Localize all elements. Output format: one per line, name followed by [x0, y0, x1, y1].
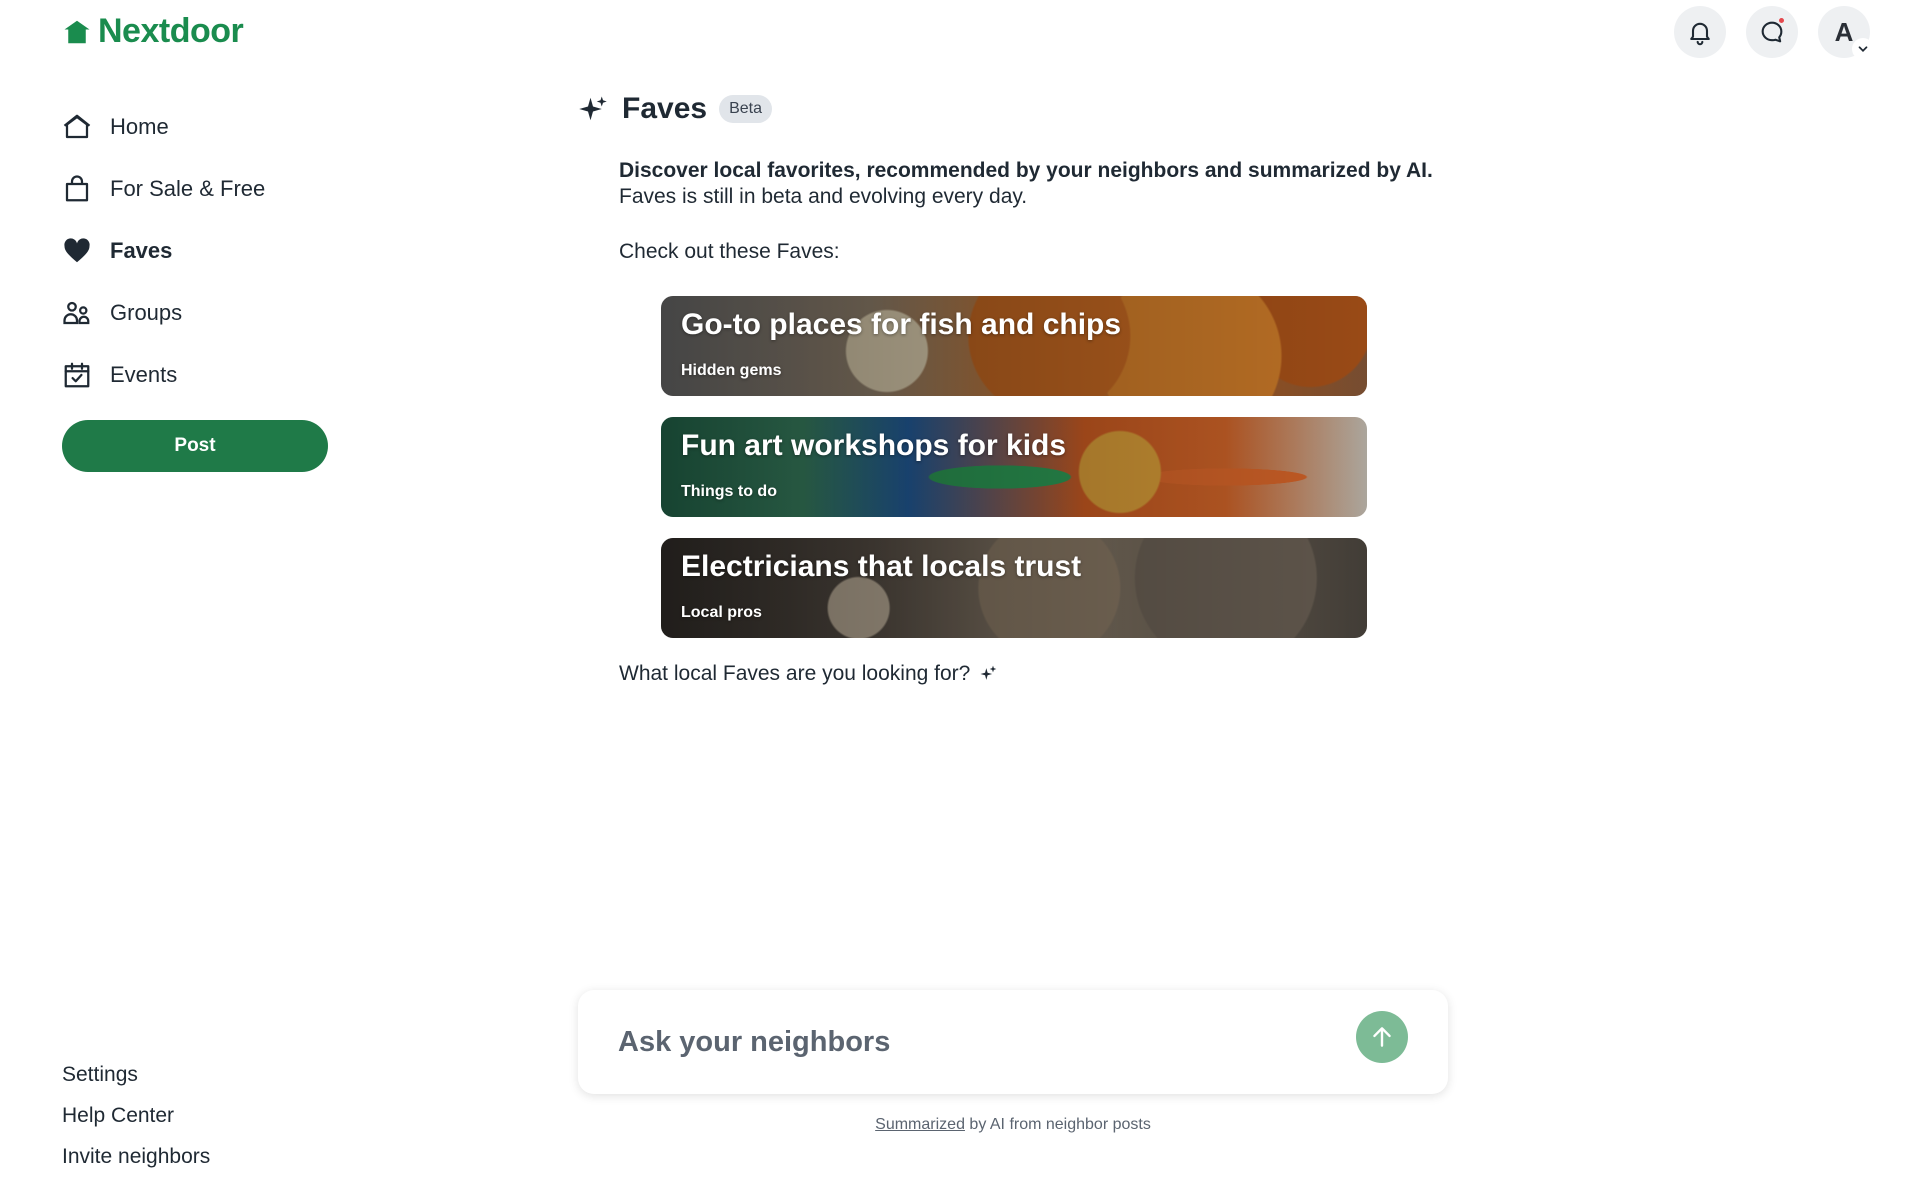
sidebar-item-label: Events	[110, 362, 178, 387]
ask-neighbors-box	[578, 990, 1448, 1094]
fave-card-art-workshops[interactable]: Fun art workshops for kids Things to do	[661, 417, 1367, 517]
fave-card-electricians[interactable]: Electricians that locals trust Local pro…	[661, 538, 1367, 638]
sparkle-icon	[579, 96, 607, 121]
card-title: Fun art workshops for kids	[681, 429, 1067, 462]
house-logo-icon	[64, 20, 90, 43]
looking-prompt: What local Faves are you looking for?	[619, 662, 998, 686]
summary-note: Summarized by AI from neighbor posts	[578, 1116, 1448, 1134]
faves-header: Faves Beta	[578, 92, 772, 126]
bell-icon	[1690, 22, 1710, 46]
chevron-down-icon	[1852, 38, 1874, 60]
brand-name: Nextdoor	[98, 12, 244, 50]
notifications-button[interactable]	[1674, 6, 1726, 58]
sidebar-item-events[interactable]: Events	[62, 344, 342, 406]
sidebar-item-label: Home	[110, 114, 169, 139]
heart-icon	[64, 238, 90, 263]
shopping-bag-icon	[65, 175, 89, 202]
sidebar-nav: Home For Sale & Free Faves Groups Events…	[62, 96, 342, 472]
faves-card-list: Go-to places for fish and chips Hidden g…	[661, 296, 1367, 659]
nextdoor-logo[interactable]: Nextdoor	[62, 12, 244, 51]
help-center-link[interactable]: Help Center	[62, 1095, 210, 1136]
faves-intro: Discover local favorites, recommended by…	[619, 158, 1439, 210]
sidebar-item-label: Groups	[110, 300, 183, 325]
sidebar-item-label: For Sale & Free	[110, 176, 266, 201]
header-actions: A	[1674, 6, 1874, 60]
intro-subtext: Faves is still in beta and evolving ever…	[619, 185, 1028, 208]
account-menu-button[interactable]: A	[1818, 6, 1874, 60]
home-icon	[63, 114, 91, 139]
page-title: Faves	[622, 92, 708, 125]
ask-neighbors-input[interactable]	[618, 1025, 1318, 1059]
check-out-label: Check out these Faves:	[619, 240, 840, 263]
unread-indicator	[1777, 16, 1786, 25]
card-subtitle: Things to do	[681, 483, 777, 500]
arrow-up-icon	[1373, 1027, 1391, 1047]
sparkle-icon	[980, 665, 997, 680]
looking-prompt-text: What local Faves are you looking for?	[619, 662, 971, 685]
fave-card-fish-and-chips[interactable]: Go-to places for fish and chips Hidden g…	[661, 296, 1367, 396]
sidebar-item-label: Faves	[110, 238, 173, 263]
sidebar-footer: Settings Help Center Invite neighbors	[62, 1054, 210, 1177]
people-icon	[63, 301, 90, 325]
avatar: A	[1834, 16, 1854, 47]
card-title: Electricians that locals trust	[681, 550, 1082, 583]
calendar-check-icon	[64, 362, 90, 388]
invite-neighbors-link[interactable]: Invite neighbors	[62, 1136, 210, 1177]
messages-button[interactable]	[1746, 6, 1798, 58]
send-button[interactable]	[1356, 1011, 1408, 1063]
sidebar-item-home[interactable]: Home	[62, 96, 342, 158]
beta-badge: Beta	[719, 95, 772, 123]
sidebar-item-groups[interactable]: Groups	[62, 282, 342, 344]
post-button[interactable]: Post	[62, 420, 328, 472]
card-subtitle: Hidden gems	[681, 362, 782, 379]
sidebar-item-for-sale[interactable]: For Sale & Free	[62, 158, 342, 220]
card-title: Go-to places for fish and chips	[681, 308, 1122, 341]
summarized-link[interactable]: Summarized	[875, 1116, 965, 1133]
sidebar-item-faves[interactable]: Faves	[62, 220, 342, 282]
settings-link[interactable]: Settings	[62, 1054, 210, 1095]
summary-note-text: by AI from neighbor posts	[964, 1116, 1151, 1133]
card-subtitle: Local pros	[681, 604, 762, 621]
intro-headline: Discover local favorites, recommended by…	[619, 159, 1433, 182]
